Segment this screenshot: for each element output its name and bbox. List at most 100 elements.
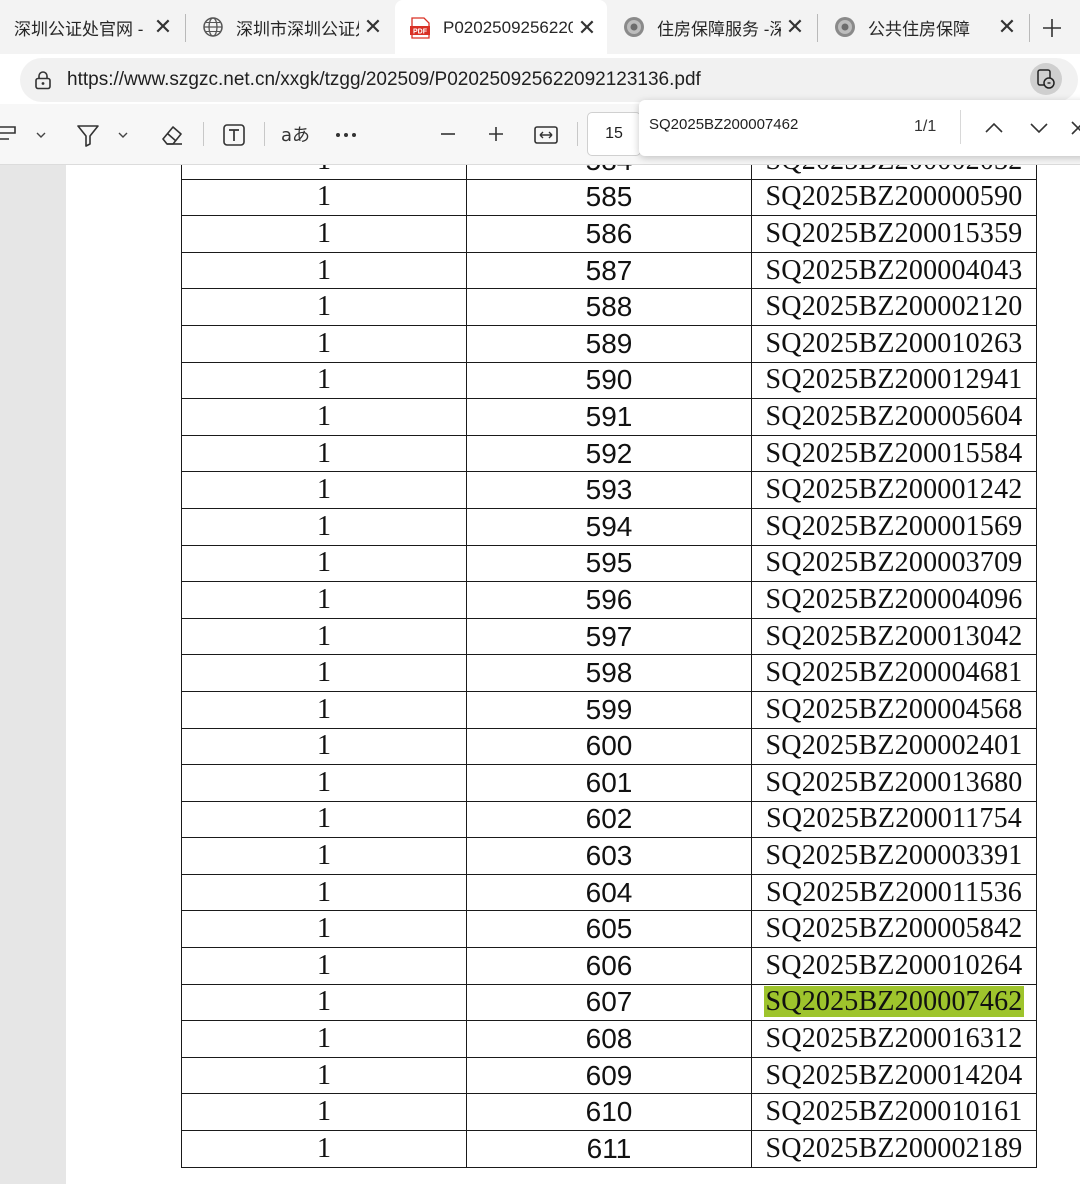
chevron-down-icon[interactable]	[114, 126, 132, 144]
table-cell: SQ2025BZ200004681	[751, 654, 1037, 692]
table-cell: 592	[466, 434, 752, 473]
tab-3-active[interactable]: PDF P02025092562209 ✕	[395, 0, 607, 55]
table-row: 1 600 SQ2025BZ200002401	[181, 727, 1037, 766]
lock-icon[interactable]	[33, 70, 53, 90]
more-icon[interactable]	[332, 121, 360, 149]
table-cell: 1	[181, 544, 467, 583]
text-box-icon[interactable]	[220, 121, 248, 149]
table-cell: 598	[466, 654, 752, 692]
results-table: 1 584 SQ2025BZ200002032 1585SQ2025BZ2000…	[181, 165, 1037, 1168]
table-cell: SQ2025BZ200001242	[751, 471, 1037, 509]
tab-divider	[1029, 14, 1030, 42]
table-cell: 596	[466, 581, 752, 619]
tab-strip: 深圳公证处官网 - ✕ 深圳市深圳公证处 ✕ PDF P020250925622…	[0, 0, 1080, 55]
tab-title: P02025092562209	[443, 17, 573, 37]
table-row: 1 592 SQ2025BZ200015584	[181, 434, 1037, 473]
toolbar-divider	[264, 122, 265, 146]
find-close-button[interactable]	[1067, 114, 1080, 142]
table-cell: 1	[181, 178, 467, 217]
read-aloud-button[interactable]	[1030, 63, 1062, 95]
table-cell: 1	[181, 837, 467, 875]
close-icon[interactable]: ✕	[573, 14, 601, 42]
new-tab-button[interactable]	[1036, 12, 1068, 44]
table-cell: SQ2025BZ200002032	[751, 165, 1037, 180]
page-number-input[interactable]: 15	[587, 112, 641, 156]
find-bar: SQ2025BZ200007462 1/1	[639, 100, 1080, 156]
table-row: 1 589 SQ2025BZ200010263	[181, 324, 1037, 363]
table-row-partial: 1 584 SQ2025BZ200002032	[181, 165, 1037, 180]
erase-icon[interactable]	[158, 121, 186, 149]
table-cell: SQ2025BZ200004568	[751, 690, 1037, 729]
zoom-out-icon[interactable]	[435, 121, 461, 147]
close-icon[interactable]: ✕	[149, 13, 177, 41]
fit-width-icon[interactable]	[532, 121, 560, 149]
toolbar-divider	[577, 122, 578, 146]
table-cell: 605	[466, 910, 752, 949]
table-row: 1 595 SQ2025BZ200003709	[181, 544, 1037, 583]
tab-1[interactable]: 深圳公证处官网 - ✕	[0, 0, 183, 54]
find-previous-button[interactable]	[980, 114, 1008, 142]
table-cell: SQ2025BZ200016312	[751, 1020, 1037, 1058]
table-row: 1 588 SQ2025BZ200002120	[181, 288, 1037, 326]
table-cell: 1	[181, 654, 467, 692]
table-cell: 603	[466, 837, 752, 875]
table-cell: 1	[181, 165, 467, 180]
url-text[interactable]: https://www.szgzc.net.cn/xxgk/tzgg/20250…	[67, 69, 701, 91]
toolbar-divider	[203, 122, 204, 146]
pdf-page: 1 584 SQ2025BZ200002032 1585SQ2025BZ2000…	[66, 165, 1080, 1184]
close-icon[interactable]: ✕	[993, 13, 1021, 41]
chevron-up-icon	[985, 122, 1003, 133]
tab-5[interactable]: 公共住房保障 ✕	[820, 0, 1027, 54]
table-cell: 602	[466, 800, 752, 839]
table-cell: 610	[466, 1093, 752, 1132]
table-row: 1 606 SQ2025BZ200010264	[181, 947, 1037, 985]
highlight-icon[interactable]	[74, 120, 102, 150]
table-row: 1 585 SQ2025BZ200000590	[181, 178, 1037, 217]
chevron-down-icon	[1030, 123, 1048, 134]
draw-icon[interactable]	[0, 122, 20, 148]
tab-title: 深圳公证处官网 -	[14, 19, 144, 39]
address-bar[interactable]: https://www.szgzc.net.cn/xxgk/tzgg/20250…	[20, 58, 1078, 102]
table-cell: 1	[181, 1020, 467, 1058]
table-cell: SQ2025BZ200001569	[751, 507, 1037, 546]
table-cell: 1	[181, 434, 467, 473]
find-highlight: SQ2025BZ200007462	[763, 986, 1025, 1018]
tab-title: 住房保障服务 -深	[657, 19, 781, 39]
table-cell: 1	[181, 361, 467, 400]
table-row: 1 586 SQ2025BZ200015359	[181, 215, 1037, 253]
table-cell: 609	[466, 1056, 752, 1095]
chevron-down-icon[interactable]	[32, 126, 50, 144]
table-cell: 589	[466, 324, 752, 363]
table-cell: SQ2025BZ200015359	[751, 215, 1037, 253]
table-cell: 1	[181, 215, 467, 253]
table-row: 1 587 SQ2025BZ200004043	[181, 251, 1037, 290]
close-icon	[1071, 121, 1080, 135]
table-cell: 585	[466, 178, 752, 217]
close-icon[interactable]: ✕	[359, 13, 387, 41]
table-cell: 587	[466, 251, 752, 290]
zoom-in-icon[interactable]	[483, 121, 509, 147]
table-cell: 586	[466, 215, 752, 253]
table-cell: 1	[181, 251, 467, 290]
table-cell: SQ2025BZ200010161	[751, 1093, 1037, 1132]
table-row: 1 603 SQ2025BZ200003391	[181, 837, 1037, 875]
read-aloud-text-icon[interactable]: aあ	[279, 121, 313, 149]
table-row: 1 601 SQ2025BZ200013680	[181, 764, 1037, 802]
pdf-viewport[interactable]: 1 584 SQ2025BZ200002032 1585SQ2025BZ2000…	[0, 165, 1080, 1184]
table-cell: SQ2025BZ200000590	[751, 178, 1037, 217]
find-input[interactable]: SQ2025BZ200007462	[649, 116, 798, 133]
table-cell: 1	[181, 507, 467, 546]
find-next-button[interactable]	[1025, 114, 1053, 142]
table-cell: 1	[181, 617, 467, 656]
close-icon[interactable]: ✕	[781, 13, 809, 41]
table-cell: 584	[466, 165, 752, 180]
table-row: 1 591 SQ2025BZ200005604	[181, 398, 1037, 436]
table-cell: 1	[181, 727, 467, 766]
table-cell: 588	[466, 288, 752, 326]
table-cell: 599	[466, 690, 752, 729]
tab-4[interactable]: 住房保障服务 -深 ✕	[609, 0, 815, 54]
table-row: 1 590 SQ2025BZ200012941	[181, 361, 1037, 400]
table-row: 1 598 SQ2025BZ200004681	[181, 654, 1037, 692]
tab-2[interactable]: 深圳市深圳公证处 ✕	[188, 0, 393, 54]
table-cell: 1	[181, 983, 467, 1022]
